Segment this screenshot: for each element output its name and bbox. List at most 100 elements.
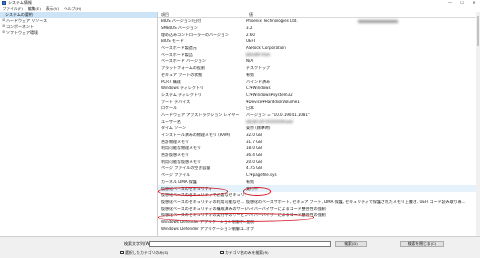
system-info-app-icon xyxy=(2,1,6,5)
table-row[interactable]: 利用可能な仮想メモリ 20.0 GB xyxy=(158,158,480,165)
row-item-value: ¥Device¥HarddiskVolume1 xyxy=(246,99,300,104)
table-row[interactable]: ページ ファイルの空き容量 4.75 GB xyxy=(158,165,480,172)
row-item-value: 東京 (標準時) xyxy=(246,126,271,131)
row-item-value: 仮想化のベースサポート, セキュア ブート, DMA 保護, セキュリティで保護… xyxy=(246,199,466,204)
table-row[interactable]: 仮想化ベースのセキュリティの構成済みのサービス ハイパーバイザーによるコード整合性… xyxy=(158,205,480,212)
row-item-value: 31.7 GB xyxy=(246,139,263,144)
search-panel: 検索文字列(W): 検索(D) 検索を閉じる(C) 選択したカテゴリのみ(S) … xyxy=(0,236,480,258)
row-item-name: タイム ゾーン xyxy=(161,126,186,131)
row-item-name: ベースボード製造元 xyxy=(161,46,197,51)
table-row[interactable]: Windows Defender アプリケーション制御ユ... オフ xyxy=(158,225,480,232)
table-row[interactable]: 仮想化ベースのセキュリティ 実行中 xyxy=(158,185,480,192)
table-row[interactable]: 仮想化ベースのセキュリティの利用可能なセ... 仮想化のベースサポート, セキュア… xyxy=(158,199,480,206)
row-item-value: 20.0 GB xyxy=(246,159,263,164)
table-row[interactable]: 仮想化ベースのセキュリティで必要なセキュリティ... xyxy=(158,192,480,199)
row-item-name: セキュア ブートの状態 xyxy=(161,72,203,77)
checkbox-label: カテゴリ名のみを検索(R) xyxy=(225,249,269,255)
row-item-value: 2.60 xyxy=(246,32,255,37)
redacted-block xyxy=(358,19,398,23)
column-header-item[interactable]: 項目 xyxy=(158,12,246,17)
table-row[interactable]: ページ ファイル C:¥pagefile.sys xyxy=(158,172,480,179)
table-row[interactable]: インストール済みの物理メモリ (RAM) 32.0 GB xyxy=(158,132,480,139)
row-item-name: ベースボード バージョン xyxy=(161,59,206,64)
row-item-name: BIOS モード xyxy=(161,39,184,44)
row-item-name: 埋め込みコントローラーのバージョン xyxy=(161,32,229,37)
scrollbar-thumb[interactable] xyxy=(476,16,480,46)
close-find-button[interactable]: 検索を閉じる(C) xyxy=(400,241,444,247)
table-row[interactable]: Windows ディレクトリ C:¥Windows xyxy=(158,85,480,92)
search-input[interactable] xyxy=(149,241,331,247)
row-item-value: DESKTOP-XXXXXX¥user xyxy=(246,119,294,124)
checkbox-box[interactable] xyxy=(120,250,124,255)
row-item-name: 仮想化ベースのセキュリティで必要なセキュリティ... xyxy=(161,193,246,198)
table-row[interactable]: ロケール 日本 xyxy=(158,105,480,112)
row-item-value: 36.4 GB xyxy=(246,153,263,158)
row-item-value: C:¥Windows xyxy=(246,86,271,91)
row-item-value: ASRock Corporation xyxy=(246,46,286,51)
table-row[interactable]: ベースボード バージョン N/A xyxy=(158,58,480,65)
row-item-value: 強制 xyxy=(246,219,254,224)
table-row[interactable]: ユーザー名 DESKTOP-XXXXXX¥user xyxy=(158,118,480,125)
row-item-value: 32.0 GB xyxy=(246,133,263,138)
find-button[interactable]: 検索(D) xyxy=(335,241,367,247)
checkbox-box[interactable] xyxy=(220,250,224,255)
row-item-name: 利用可能な物理メモリ xyxy=(161,146,201,151)
table-row[interactable]: 埋め込みコントローラーのバージョン 2.60 xyxy=(158,31,480,38)
row-item-value: 有効 xyxy=(246,179,254,184)
row-item-value: N/A xyxy=(246,59,254,64)
table-row[interactable]: システム ディレクトリ C:¥Windows¥system32 xyxy=(158,92,480,99)
row-item-name: ハードウェア アブストラクション レイヤー xyxy=(161,112,240,117)
row-item-name: 仮想化ベースのセキュリティの実行中のサービス xyxy=(161,213,246,218)
row-item-name: ブート デバイス xyxy=(161,99,191,104)
menu-help[interactable]: ヘルプ(H) xyxy=(61,6,83,11)
menu-edit[interactable]: 編集(E) xyxy=(25,6,43,11)
row-item-name: 合計仮想メモリ xyxy=(161,153,189,158)
list-rows: BIOS バージョン/日付 Phoenix Technologies Ltd. SM… xyxy=(158,18,480,232)
row-item-value: 18.0 GB xyxy=(246,146,263,151)
selected-category-only-checkbox[interactable]: 選択したカテゴリのみ(S) xyxy=(120,249,169,255)
table-row[interactable]: ベースボード製造元 ASRock Corporation xyxy=(158,45,480,52)
row-item-name: ロケール xyxy=(161,106,177,111)
menu-file[interactable]: ファイル(F) xyxy=(0,6,25,11)
row-item-name: Windows Defender アプリケーション制御ポ... xyxy=(161,219,246,224)
table-row[interactable]: セキュア ブートの状態 有効 xyxy=(158,72,480,79)
row-item-value: C:¥pagefile.sys xyxy=(246,173,277,178)
row-item-name: 仮想化ベースのセキュリティの構成済みのサービス xyxy=(161,206,246,211)
row-item-value: デスクトップ xyxy=(246,66,270,71)
table-row[interactable]: プラットフォームの役割 デスクトップ xyxy=(158,65,480,72)
vertical-scrollbar[interactable] xyxy=(476,12,480,236)
category-names-only-checkbox[interactable]: カテゴリ名のみを検索(R) xyxy=(220,249,269,255)
table-row[interactable]: ハードウェア アブストラクション レイヤー バージョン = "10.0.19041… xyxy=(158,112,480,119)
row-item-value: 有効 xyxy=(246,72,254,77)
table-row[interactable]: 合計物理メモリ 31.7 GB xyxy=(158,138,480,145)
table-row[interactable]: BIOS バージョン/日付 Phoenix Technologies Ltd. xyxy=(158,18,480,25)
row-item-value: ハイパーバイザーによるコード整合性の強制 xyxy=(246,206,326,211)
row-item-name: ページ ファイルの空き容量 xyxy=(161,166,211,171)
checkbox-label: 選択したカテゴリのみ(S) xyxy=(125,249,169,255)
menu-view[interactable]: 表示(V) xyxy=(43,6,61,11)
table-row[interactable]: BIOS モード UEFI xyxy=(158,38,480,45)
row-item-name: 仮想化ベースのセキュリティの利用可能なセ... xyxy=(161,199,245,204)
table-row[interactable]: 合計仮想メモリ 36.4 GB xyxy=(158,152,480,159)
table-row[interactable]: カーネル DMA 保護 有効 xyxy=(158,179,480,186)
menu-bar: ファイル(F) 編集(E) 表示(V) ヘルプ(H) xyxy=(0,6,480,11)
table-row[interactable]: ブート デバイス ¥Device¥HarddiskVolume1 xyxy=(158,98,480,105)
row-item-name: インストール済みの物理メモリ (RAM) xyxy=(161,133,231,138)
row-item-name: 合計物理メモリ xyxy=(161,139,189,144)
row-item-value: UEFI xyxy=(246,39,255,44)
window-title: システム情報 xyxy=(8,0,32,5)
row-item-value: C:¥Windows¥system32 xyxy=(246,92,293,97)
table-row[interactable]: SMBIOS バージョン 3.2 xyxy=(158,25,480,32)
tree-item-label: コンポーネント xyxy=(6,24,34,29)
table-row[interactable]: ベースボード製品 B450M Pro4 xyxy=(158,51,480,58)
row-item-value: バージョン = "10.0.19041.1081" xyxy=(246,112,310,117)
table-row[interactable]: PCR7 構成 バインド済み xyxy=(158,78,480,85)
table-row[interactable]: タイム ゾーン 東京 (標準時) xyxy=(158,125,480,132)
table-row[interactable]: 利用可能な物理メモリ 18.0 GB xyxy=(158,145,480,152)
tree-item[interactable]: ⊞ ソフトウェア環境 xyxy=(0,30,157,36)
row-item-name: Windows Defender アプリケーション制御ユ... xyxy=(161,226,246,231)
table-row[interactable]: Windows Defender アプリケーション制御ポ... 強制 xyxy=(158,219,480,226)
table-row[interactable]: 仮想化ベースのセキュリティの実行中のサービス ハイパーバイザーによるコード整合性の… xyxy=(158,212,480,219)
column-header-value[interactable]: 値 xyxy=(246,12,253,17)
row-item-name: プラットフォームの役割 xyxy=(161,66,205,71)
